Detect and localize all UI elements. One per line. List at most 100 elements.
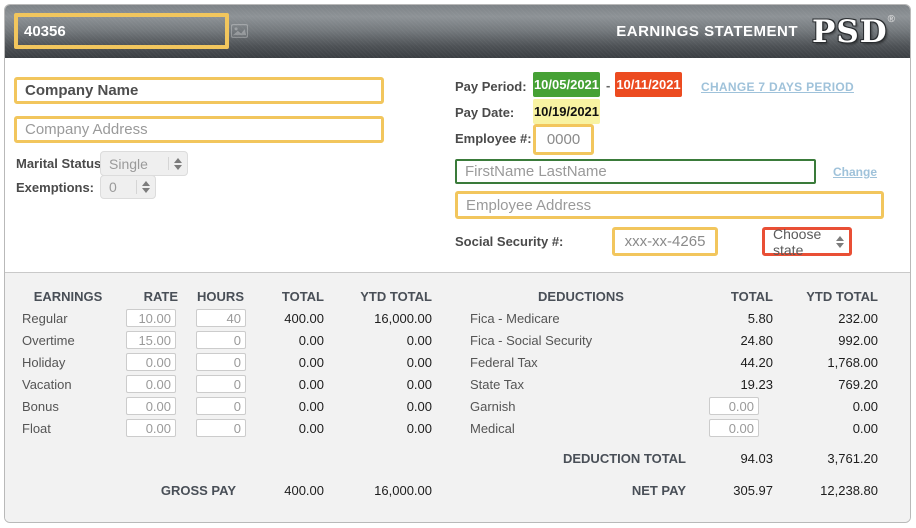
employee-number-label: Employee #:: [455, 131, 532, 146]
deductions-header-row: DEDUCTIONS TOTAL YTD TOTAL: [462, 285, 880, 307]
change-name-link[interactable]: Change: [833, 165, 877, 179]
medical-input[interactable]: [709, 419, 759, 437]
deduction-total-value: 94.03: [740, 450, 773, 466]
rate-input[interactable]: [126, 397, 176, 415]
state-select[interactable]: Choose state: [762, 225, 852, 258]
ytd-value: 769.20: [838, 376, 878, 392]
total-value: 0.00: [298, 398, 324, 414]
ytd-value: 992.00: [838, 332, 878, 348]
gross-pay-total: 400.00: [284, 482, 324, 498]
page-title: EARNINGS STATEMENT: [616, 23, 799, 40]
employee-number-input[interactable]: [536, 127, 591, 152]
gross-pay-row: GROSS PAY 400.00 16,000.00: [14, 479, 434, 501]
marital-status-label: Marital Status:: [16, 156, 106, 171]
marital-status-value: Single: [109, 155, 148, 172]
deduction-label: Garnish: [470, 398, 516, 414]
net-pay-ytd: 12,238.80: [820, 482, 878, 498]
image-placeholder-icon: [231, 24, 248, 38]
header-bar: EARNINGS STATEMENT PSD®: [5, 5, 910, 58]
earning-label: Bonus: [22, 398, 59, 414]
col-header: YTD TOTAL: [806, 288, 878, 304]
ytd-value: 16,000.00: [374, 310, 432, 326]
table-row: Regular 400.00 16,000.00: [14, 307, 434, 329]
col-header: EARNINGS: [33, 288, 103, 304]
ytd-value: 0.00: [406, 332, 432, 348]
employee-number-field-wrap: [533, 124, 594, 155]
earning-label: Regular: [22, 310, 68, 326]
employee-name-input[interactable]: [457, 161, 814, 182]
psd-logo: PSD®: [812, 13, 896, 50]
deduction-label: Fica - Medicare: [470, 310, 560, 326]
stepper-arrows-icon: [169, 157, 187, 170]
ytd-value: 0.00: [852, 420, 878, 436]
rate-input[interactable]: [126, 375, 176, 393]
stepper-arrows-icon: [831, 235, 849, 248]
col-header: HOURS: [197, 288, 244, 304]
deduction-total-label: DEDUCTION TOTAL: [562, 450, 686, 466]
employee-address-input[interactable]: [458, 194, 881, 216]
col-header: TOTAL: [730, 288, 773, 304]
deductions-table: DEDUCTIONS TOTAL YTD TOTAL Fica - Medica…: [462, 285, 880, 501]
pay-period-end-date[interactable]: 10/11/2021: [615, 72, 682, 97]
marital-status-select[interactable]: Single: [100, 151, 188, 176]
garnish-input[interactable]: [709, 397, 759, 415]
earnings-table: EARNINGS RATE HOURS TOTAL YTD TOTAL Regu…: [14, 285, 434, 501]
net-pay-row: NET PAY 305.97 12,238.80: [462, 479, 880, 501]
total-value: 19.23: [740, 376, 773, 392]
table-row: Medical 0.00: [462, 417, 880, 439]
table-row: Fica - Medicare 5.80 232.00: [462, 307, 880, 329]
net-pay-label: NET PAY: [631, 482, 686, 498]
gross-pay-label: GROSS PAY: [160, 482, 236, 498]
hours-input[interactable]: [196, 353, 246, 371]
change-period-link[interactable]: CHANGE 7 DAYS PERIOD: [701, 80, 854, 94]
state-select-value: Choose state: [773, 225, 822, 258]
ytd-value: 0.00: [406, 420, 432, 436]
rate-input[interactable]: [126, 309, 176, 327]
company-logo-upload[interactable]: [14, 13, 248, 49]
exemptions-select[interactable]: 0: [100, 175, 156, 199]
pay-date-label: Pay Date:: [455, 105, 515, 120]
total-value: 0.00: [298, 332, 324, 348]
company-address-input[interactable]: [17, 119, 381, 140]
hours-input[interactable]: [196, 375, 246, 393]
net-pay-total: 305.97: [733, 482, 773, 498]
ssn-label: Social Security #:: [455, 234, 564, 249]
pay-date-value[interactable]: 10/19/2021: [533, 99, 600, 124]
header-title-group: EARNINGS STATEMENT PSD®: [616, 5, 896, 58]
hours-input[interactable]: [196, 309, 246, 327]
ssn-field-wrap: [612, 227, 718, 256]
deduction-label: Medical: [470, 420, 515, 436]
company-name-input[interactable]: [17, 80, 381, 101]
rate-input[interactable]: [126, 419, 176, 437]
ytd-value: 0.00: [406, 398, 432, 414]
earning-label: Float: [22, 420, 51, 436]
rate-input[interactable]: [126, 331, 176, 349]
ytd-value: 1,768.00: [827, 354, 878, 370]
total-value: 44.20: [740, 354, 773, 370]
rate-input[interactable]: [126, 353, 176, 371]
total-value: 0.00: [298, 354, 324, 370]
hours-input[interactable]: [196, 397, 246, 415]
earning-label: Overtime: [22, 332, 75, 348]
employee-name-field-wrap: [455, 159, 816, 184]
col-header: TOTAL: [281, 288, 324, 304]
col-header: YTD TOTAL: [360, 288, 432, 304]
earning-label: Vacation: [22, 376, 72, 392]
col-header: RATE: [143, 288, 178, 304]
company-address-field-wrap: [14, 116, 384, 143]
earnings-statement-page: EARNINGS STATEMENT PSD® Marital Status: …: [4, 4, 911, 523]
deduction-label: Federal Tax: [470, 354, 538, 370]
table-row: Federal Tax 44.20 1,768.00: [462, 351, 880, 373]
table-row: Float 0.00 0.00: [14, 417, 434, 439]
deduction-total-ytd: 3,761.20: [827, 450, 878, 466]
ssn-input[interactable]: [615, 230, 715, 253]
table-row: Holiday 0.00 0.00: [14, 351, 434, 373]
table-row: Overtime 0.00 0.00: [14, 329, 434, 351]
table-row: Vacation 0.00 0.00: [14, 373, 434, 395]
logo-text-input[interactable]: [18, 22, 231, 40]
pay-period-start-date[interactable]: 10/05/2021: [533, 72, 600, 97]
hours-input[interactable]: [196, 419, 246, 437]
stepper-arrows-icon: [137, 181, 155, 193]
hours-input[interactable]: [196, 331, 246, 349]
total-value: 24.80: [740, 332, 773, 348]
